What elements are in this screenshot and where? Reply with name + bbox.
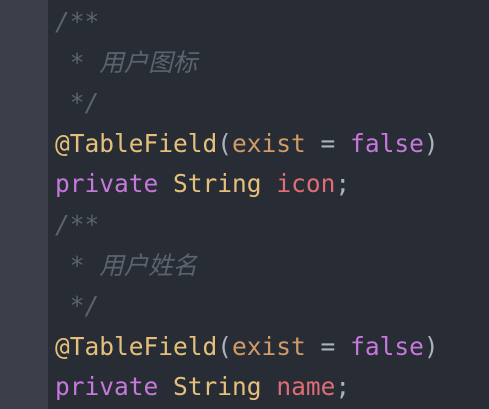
field-name: icon — [276, 169, 336, 199]
code-line: * 用户图标 — [55, 43, 439, 84]
code-line: private String name; — [55, 367, 439, 408]
code-line: @TableField(exist = false) — [55, 327, 439, 368]
equals: = — [305, 128, 351, 158]
comment: /** — [55, 7, 100, 36]
boolean-value: false — [350, 128, 424, 158]
type: String — [173, 372, 262, 402]
paren: ( — [217, 128, 233, 158]
annotation-attr: exist — [232, 128, 306, 158]
semicolon: ; — [335, 372, 351, 402]
field-name: name — [276, 372, 336, 402]
modifier: private — [55, 169, 159, 199]
annotation: @TableField — [55, 331, 218, 361]
comment: * 用户姓名 — [55, 250, 198, 280]
modifier: private — [55, 372, 159, 402]
code-line: */ — [55, 83, 439, 124]
comment: */ — [55, 88, 100, 118]
annotation-attr: exist — [232, 331, 306, 361]
equals: = — [305, 331, 351, 361]
code-editor[interactable]: /** * 用户图标 */ @TableField(exist = false)… — [55, 2, 439, 408]
code-line: * 用户姓名 — [55, 246, 439, 287]
code-line: */ — [55, 286, 439, 327]
editor-gutter — [0, 0, 48, 409]
comment: */ — [55, 291, 100, 321]
code-line: private String icon; — [55, 164, 439, 205]
annotation: @TableField — [55, 128, 218, 158]
paren: ) — [423, 128, 439, 158]
paren: ( — [217, 331, 233, 361]
paren: ) — [423, 331, 439, 361]
code-line: @TableField(exist = false) — [55, 124, 439, 165]
semicolon: ; — [335, 169, 351, 199]
boolean-value: false — [350, 331, 424, 361]
comment: /** — [55, 209, 100, 239]
type: String — [173, 169, 262, 199]
code-line: /** — [55, 205, 439, 246]
code-line: /** — [55, 2, 439, 43]
comment: * 用户图标 — [55, 47, 198, 77]
